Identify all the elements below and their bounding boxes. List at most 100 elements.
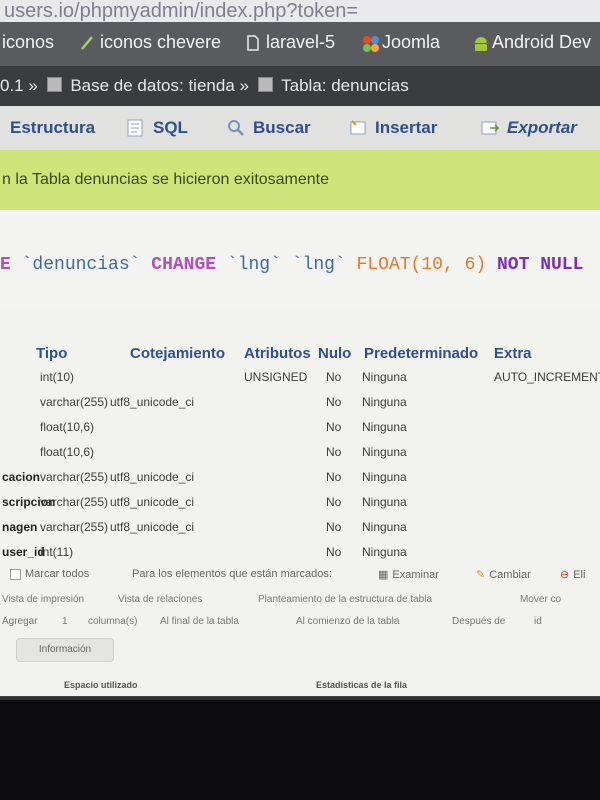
cell-extra: AUTO_INCREMENT: [494, 370, 600, 384]
browse-label: Examinar: [392, 568, 439, 581]
tab-estructura[interactable]: Estructura: [10, 118, 95, 138]
insert-icon: [348, 119, 368, 137]
pencil-icon: ✎: [476, 569, 486, 581]
cell-name: nagen: [2, 520, 38, 534]
cell-default: Ninguna: [362, 445, 407, 459]
column-header-cotejamiento[interactable]: Cotejamiento: [130, 345, 225, 362]
breadcrumb-table[interactable]: Tabla: denuncias: [281, 76, 409, 95]
bookmarks-bar: iconos iconos chevere laravel-5 Joomla A…: [0, 22, 600, 66]
sql-keyword-notnull: NOT NULL: [496, 255, 584, 275]
breadcrumb-server[interactable]: 0.1: [0, 76, 24, 95]
propose-structure-link[interactable]: Planteamiento de la estructura de tabla: [258, 594, 432, 605]
cell-type: float(10,6): [40, 445, 95, 459]
cell-collation: utf8_unicode_ci: [110, 470, 195, 484]
tab-label: Insertar: [375, 118, 438, 137]
bookmark-label: Android Dev: [492, 32, 592, 52]
cell-default: Ninguna: [362, 395, 407, 409]
move-columns-link[interactable]: Mover co: [520, 594, 561, 605]
change-label: Cambiar: [489, 568, 531, 581]
address-bar[interactable]: users.io/phpmyadmin/index.php?token=: [0, 0, 600, 22]
bookmark-label: Joomla: [382, 32, 441, 52]
sql-query: E `denuncias` CHANGE `lng` `lng` FLOAT(1…: [0, 210, 600, 310]
column-header-extra[interactable]: Extra: [494, 345, 532, 362]
cell-default: Ninguna: [362, 370, 407, 384]
column-header-tipo[interactable]: Tipo: [36, 345, 67, 362]
after-column-select[interactable]: id: [534, 616, 542, 627]
bulk-actions-bar: Marcar todos Para los elementos que está…: [0, 560, 600, 590]
dock: [0, 696, 600, 700]
tab-label: Estructura: [10, 118, 96, 137]
breadcrumb: 0.1 » Base de datos: tienda » Tabla: den…: [0, 66, 600, 106]
browse-button[interactable]: ▦ Examinar: [378, 568, 439, 582]
tab-insertar[interactable]: Insertar: [348, 118, 437, 138]
search-icon: [226, 119, 246, 137]
cell-null: No: [326, 545, 342, 559]
structure-table: Tipo Cotejamiento Atributos Nulo Predete…: [0, 340, 600, 560]
database-icon: [46, 77, 62, 92]
after-option[interactable]: Después de: [452, 616, 505, 627]
for-selected-label: Para los elementos que están marcados:: [132, 568, 332, 580]
sql-table: `denuncias`: [21, 255, 141, 275]
bookmark-android-dev[interactable]: Android Dev: [472, 32, 591, 53]
add-button[interactable]: Agregar: [2, 616, 38, 627]
cell-type: varchar(255): [40, 395, 109, 409]
drop-button[interactable]: ⊖ Eli: [560, 568, 586, 582]
column-header-nulo[interactable]: Nulo: [318, 345, 351, 362]
at-start-option[interactable]: Al comienzo de la tabla: [296, 616, 399, 627]
cell-null: No: [326, 495, 342, 509]
mark-all-checkbox[interactable]: [10, 568, 21, 580]
drop-label: Eli: [573, 568, 586, 581]
cell-null: No: [326, 370, 342, 384]
delete-icon: ⊖: [560, 569, 570, 581]
columns-count-input[interactable]: 1: [62, 616, 68, 627]
browser-screen: users.io/phpmyadmin/index.php?token= ico…: [0, 0, 600, 700]
bookmark-iconos[interactable]: iconos: [2, 32, 54, 53]
space-used-heading: Espacio utilizado: [64, 680, 138, 690]
tab-sql[interactable]: SQL: [126, 118, 188, 138]
tab-bar: Estructura SQL Buscar Insertar Exportar: [0, 106, 600, 151]
breadcrumb-database[interactable]: Base de datos: tienda: [70, 76, 234, 95]
bookmark-laravel-5[interactable]: laravel-5: [246, 32, 335, 53]
bookmark-label: iconos: [2, 32, 55, 52]
cell-name: cacion: [2, 470, 41, 484]
browse-icon: ▦: [378, 569, 389, 581]
android-icon: [472, 35, 487, 51]
mark-all-label: Marcar todos: [25, 568, 90, 580]
export-icon: [480, 119, 500, 137]
cell-default: Ninguna: [362, 545, 407, 559]
mark-all-control[interactable]: Marcar todos: [10, 568, 89, 580]
at-end-option[interactable]: Al final de la tabla: [160, 616, 239, 627]
tab-buscar[interactable]: Buscar: [226, 118, 311, 138]
cell-collation: utf8_unicode_ci: [110, 395, 195, 409]
column-header-predeterminado[interactable]: Predeterminado: [364, 345, 478, 362]
tab-label: Buscar: [253, 118, 311, 137]
sql-keyword-alter: E: [0, 255, 11, 275]
column-header-atributos[interactable]: Atributos: [244, 345, 311, 362]
sql-keyword-change: CHANGE: [151, 255, 217, 275]
print-view-link[interactable]: Vista de impresión: [2, 594, 84, 605]
tick-icon: [80, 35, 94, 51]
columns-label: columna(s): [88, 616, 138, 627]
breadcrumb-separator: »: [28, 76, 38, 95]
info-button[interactable]: Información: [16, 638, 114, 662]
relation-view-link[interactable]: Vista de relaciones: [118, 594, 202, 605]
table-actions-row: Vista de impresión Vista de relaciones P…: [0, 590, 600, 610]
cell-default: Ninguna: [362, 495, 407, 509]
cell-null: No: [326, 395, 342, 409]
cell-type: float(10,6): [40, 420, 95, 434]
tab-exportar[interactable]: Exportar: [480, 118, 577, 138]
sql-query-line: E `denuncias` CHANGE `lng` `lng` FLOAT(1…: [0, 255, 583, 275]
cell-type: varchar(255): [40, 520, 109, 534]
sql-new-column: `lng`: [291, 255, 346, 275]
table-icon: [257, 77, 273, 92]
row-stats-heading: Estadísticas de la fila: [316, 680, 408, 690]
cell-name: user_id: [2, 545, 45, 559]
cell-null: No: [326, 470, 342, 484]
bookmark-joomla[interactable]: Joomla: [362, 32, 440, 53]
document-icon: [246, 34, 260, 51]
cell-collation: utf8_unicode_ci: [110, 495, 195, 509]
bookmark-iconos-chevere[interactable]: iconos chevere: [80, 32, 221, 53]
change-button[interactable]: ✎ Cambiar: [476, 568, 531, 582]
cell-type: int(11): [40, 545, 74, 559]
bookmark-label: iconos chevere: [100, 32, 222, 52]
